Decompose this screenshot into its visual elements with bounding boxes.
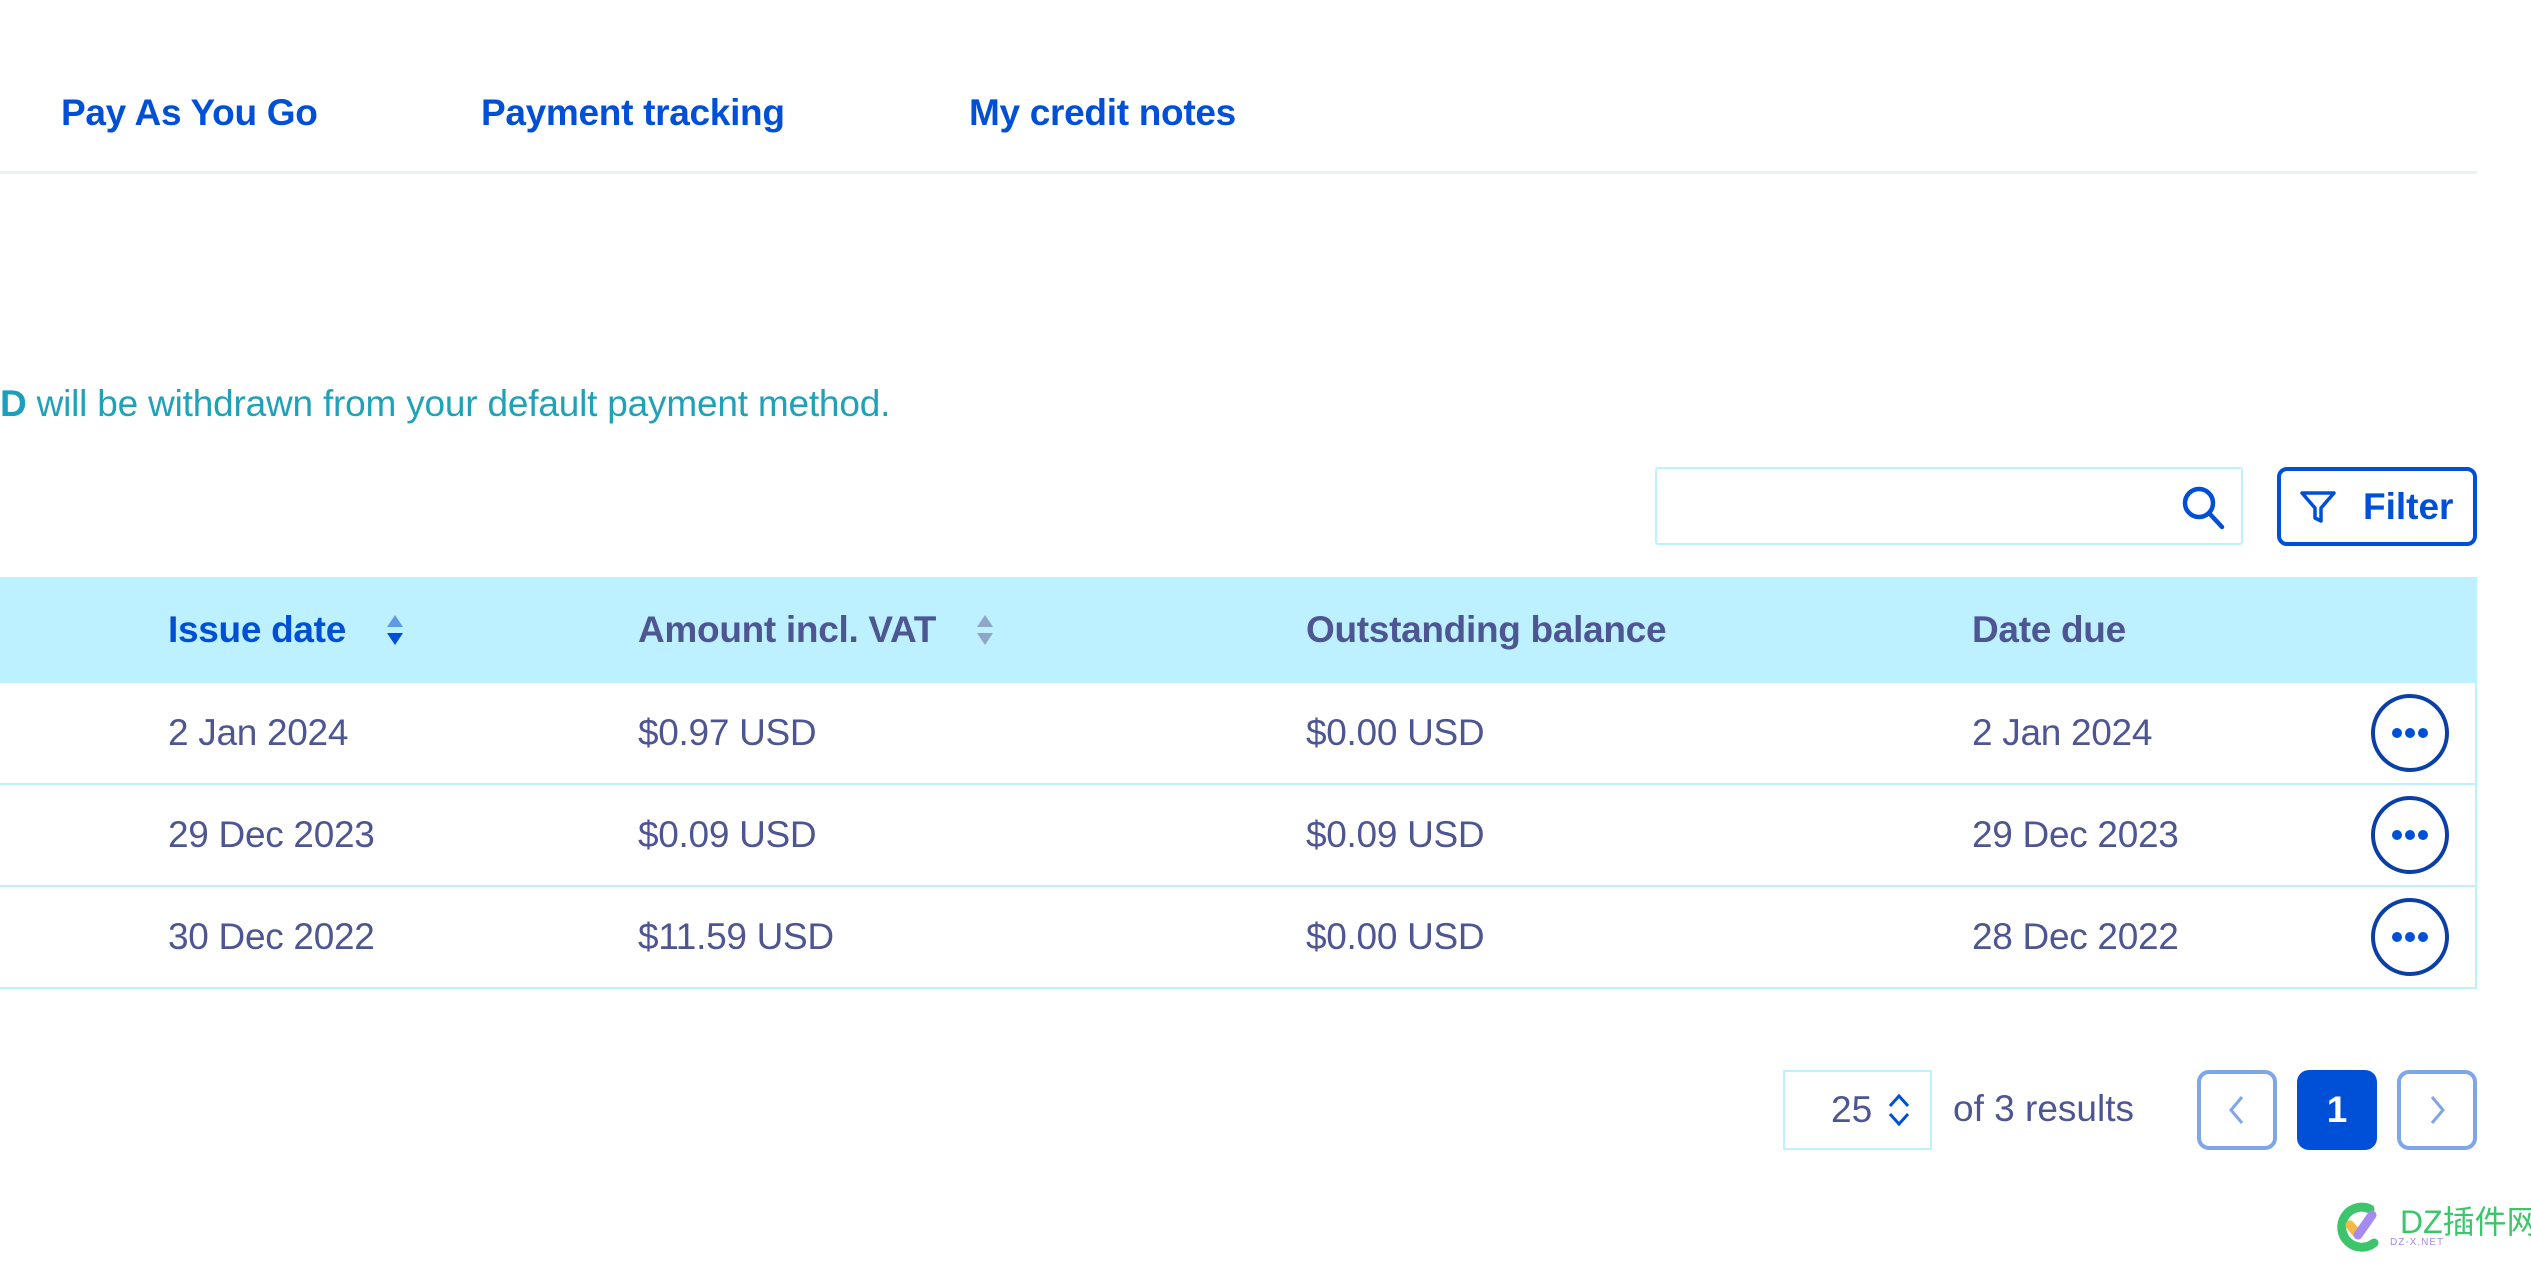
cell-outstanding-balance: $0.09 USD xyxy=(1306,814,1485,855)
next-page-button[interactable] xyxy=(2397,1070,2477,1150)
column-label: Amount incl. VAT xyxy=(638,609,937,650)
table-header: Issue date Amount incl. VAT Outstanding … xyxy=(0,577,2477,683)
per-page-value: 25 xyxy=(1831,1089,1873,1130)
cell-date-due: 28 Dec 2022 xyxy=(1972,916,2179,957)
checkmark-logo-icon xyxy=(2337,1202,2379,1252)
chevron-left-icon xyxy=(2229,1096,2244,1124)
cell-outstanding-balance: $0.00 USD xyxy=(1306,712,1485,753)
filter-label: Filter xyxy=(2363,485,2454,527)
previous-page-button[interactable] xyxy=(2197,1070,2277,1150)
more-horizontal-icon xyxy=(2371,694,2449,772)
search-icon xyxy=(2182,486,2225,530)
column-header-outstanding-balance: Outstanding balance xyxy=(1306,577,1667,683)
cell-issue-date: 2 Jan 2024 xyxy=(168,712,349,753)
table-row: 2 Jan 2024 $0.97 USD $0.00 USD 2 Jan 202… xyxy=(0,683,2477,785)
watermark-logo: DZ插件网 DZ-X.NET xyxy=(2330,1195,2531,1255)
column-header-amount[interactable]: Amount incl. VAT xyxy=(638,577,996,683)
sort-icon xyxy=(977,615,994,645)
cell-outstanding-balance: $0.00 USD xyxy=(1306,916,1485,957)
sort-descending-icon xyxy=(386,615,403,645)
search-input[interactable] xyxy=(1657,469,2159,545)
cell-amount: $0.97 USD xyxy=(638,712,817,753)
page-button-current[interactable]: 1 xyxy=(2297,1070,2377,1150)
tab-my-credit-notes[interactable]: My credit notes xyxy=(969,92,1236,134)
table-row: 29 Dec 2023 $0.09 USD $0.09 USD 29 Dec 2… xyxy=(0,785,2477,887)
select-arrows-icon xyxy=(1889,1093,1910,1127)
watermark-subtext: DZ-X.NET xyxy=(2390,1237,2445,1248)
invoices-table: Issue date Amount incl. VAT Outstanding … xyxy=(0,577,2477,989)
cell-issue-date: 29 Dec 2023 xyxy=(168,814,375,855)
column-header-date-due: Date due xyxy=(1972,577,2126,683)
tabs-divider xyxy=(0,171,2477,174)
cell-issue-date: 30 Dec 2022 xyxy=(168,916,375,957)
chevron-right-icon xyxy=(2430,1096,2445,1124)
row-actions-button[interactable] xyxy=(2370,693,2450,773)
filter-button[interactable]: Filter xyxy=(2277,467,2477,546)
funnel-icon xyxy=(2300,490,2336,523)
info-amount-fragment: D xyxy=(0,383,27,424)
more-horizontal-icon xyxy=(2371,898,2449,976)
cell-amount: $11.59 USD xyxy=(638,916,834,957)
cell-date-due: 29 Dec 2023 xyxy=(1972,814,2179,855)
payment-info-message: D will be withdrawn from your default pa… xyxy=(0,383,890,425)
row-actions-button[interactable] xyxy=(2370,897,2450,977)
per-page-select[interactable]: 25 xyxy=(1783,1070,1932,1150)
cell-amount: $0.09 USD xyxy=(638,814,817,855)
column-label: Date due xyxy=(1972,609,2126,650)
cell-date-due: 2 Jan 2024 xyxy=(1972,712,2153,753)
tab-pay-as-you-go[interactable]: Pay As You Go xyxy=(61,92,318,134)
search-button[interactable] xyxy=(2179,483,2229,533)
column-label: Issue date xyxy=(168,609,346,650)
column-header-issue-date[interactable]: Issue date xyxy=(168,577,406,683)
info-text: will be withdrawn from your default paym… xyxy=(26,383,891,424)
row-actions-button[interactable] xyxy=(2370,795,2450,875)
tab-payment-tracking[interactable]: Payment tracking xyxy=(481,92,785,134)
column-label: Outstanding balance xyxy=(1306,609,1667,650)
search-box xyxy=(1655,467,2243,545)
results-count: of 3 results xyxy=(1953,1088,2134,1129)
more-horizontal-icon xyxy=(2371,796,2449,874)
table-row: 30 Dec 2022 $11.59 USD $0.00 USD 28 Dec … xyxy=(0,887,2477,989)
